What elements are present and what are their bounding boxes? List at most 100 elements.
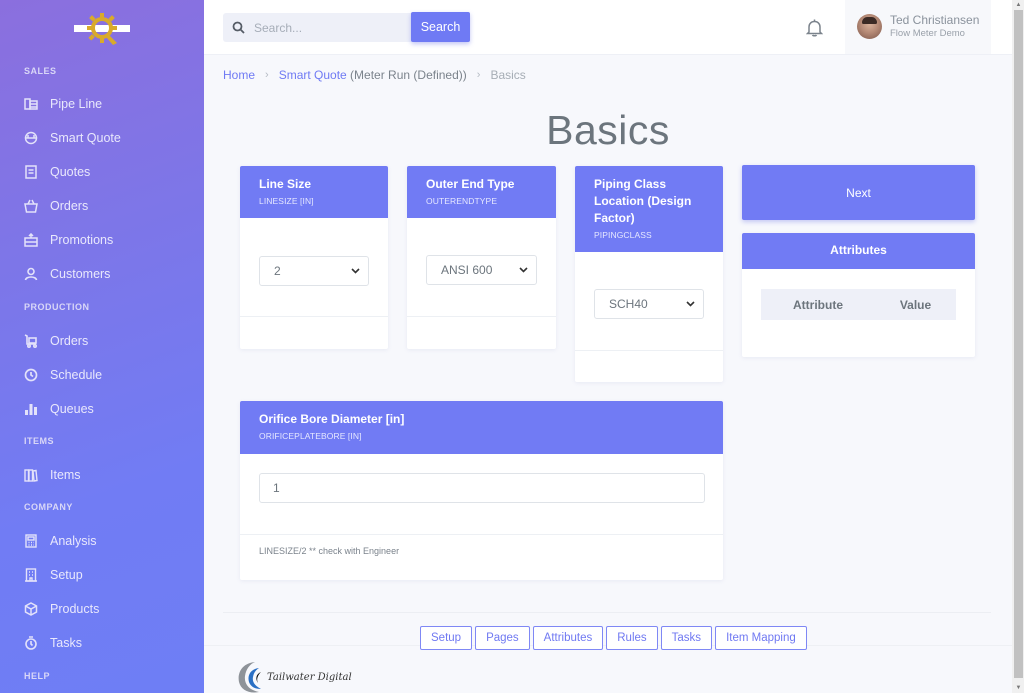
sidebar-item-tasks[interactable]: Tasks (24, 632, 194, 654)
building-icon (24, 568, 38, 582)
breadcrumb-context: (Meter Run (Defined)) (346, 68, 467, 82)
outer-end-type-select[interactable]: ANSI 600 (426, 255, 537, 285)
card-header: Line Size LINESIZE [IN] (240, 166, 388, 218)
pipeline-icon (24, 97, 38, 111)
sidebar-item-products[interactable]: Products (24, 598, 194, 620)
brand-logo: Tailwater Digital (237, 660, 352, 693)
setup-button[interactable]: Setup (420, 626, 473, 650)
chevron-down-icon (686, 301, 695, 307)
sidebar-item-quotes[interactable]: Quotes (24, 161, 194, 183)
card-header: Orifice Bore Diameter [in] ORIFICEPLATEB… (240, 401, 723, 454)
sidebar-item-schedule[interactable]: Schedule (24, 364, 194, 386)
section-label-sales: SALES (24, 66, 57, 76)
field-code: LINESIZE [IN] (259, 196, 314, 206)
brand-name: Tailwater Digital (267, 672, 352, 683)
line-size-select[interactable]: 2 (259, 256, 369, 286)
piping-class-card: Piping Class Location (Design Factor) PI… (575, 166, 723, 382)
breadcrumb-current: Basics (490, 68, 526, 82)
wave-logo-icon (238, 662, 261, 693)
footer-nav: Setup Pages Attributes Rules Tasks Item … (420, 626, 807, 650)
card-header: Outer End Type OUTERENDTYPE (407, 166, 556, 218)
section-label-help: HELP (24, 671, 51, 681)
breadcrumb-smart-quote[interactable]: Smart Quote (279, 68, 347, 82)
card-divider (407, 316, 556, 317)
column-header-attribute: Attribute (793, 297, 843, 312)
field-code: ORIFICEPLATEBORE [IN] (259, 431, 362, 441)
notification-bell-icon[interactable] (805, 19, 824, 42)
page-scrollbar[interactable]: ▲ ▼ (1012, 0, 1024, 693)
scroll-up-arrow-icon[interactable]: ▲ (1014, 1, 1023, 9)
section-label-production: PRODUCTION (24, 302, 90, 312)
orifice-bore-card: Orifice Bore Diameter [in] ORIFICEPLATEB… (240, 401, 723, 580)
field-title: Line Size (259, 177, 312, 191)
chevron-down-icon (519, 267, 528, 273)
field-title: Piping Class Location (Design Factor) (594, 177, 692, 225)
next-button[interactable]: Next (742, 165, 975, 220)
sidebar-item-setup[interactable]: Setup (24, 564, 194, 586)
sidebar-item-label: Schedule (50, 368, 103, 382)
cube-icon (24, 602, 38, 616)
search-field[interactable] (223, 13, 412, 42)
section-label-company: COMPANY (24, 502, 73, 512)
sidebar-item-smart-quote[interactable]: Smart Quote (24, 127, 194, 149)
pages-button[interactable]: Pages (475, 626, 530, 650)
sidebar-item-label: Promotions (50, 233, 114, 247)
sidebar-item-label: Orders (50, 334, 89, 348)
sidebar-item-items[interactable]: Items (24, 464, 194, 486)
attributes-card: Attributes Attribute Value (742, 233, 975, 357)
orifice-bore-input[interactable] (259, 473, 705, 503)
avatar (857, 14, 882, 39)
attributes-button[interactable]: Attributes (532, 626, 604, 650)
section-label-items: ITEMS (24, 436, 55, 446)
user-icon (24, 267, 38, 281)
sidebar-item-label: Orders (50, 199, 89, 213)
tasks-button[interactable]: Tasks (660, 626, 713, 650)
sidebar-item-queues[interactable]: Queues (24, 398, 194, 420)
selected-value: ANSI 600 (441, 263, 493, 277)
search-icon (232, 21, 245, 34)
piping-class-select[interactable]: SCH40 (594, 289, 704, 319)
breadcrumb-home[interactable]: Home (223, 68, 255, 82)
field-note: LINESIZE/2 ** check with Engineer (259, 546, 400, 556)
sidebar-item-analysis[interactable]: Analysis (24, 530, 194, 552)
sidebar-item-pipe-line[interactable]: Pipe Line (24, 93, 194, 115)
scroll-down-arrow-icon[interactable]: ▼ (1014, 684, 1023, 692)
attributes-table-header: Attribute Value (761, 289, 956, 320)
sidebar-item-label: Tasks (50, 636, 82, 650)
search-button[interactable]: Search (411, 12, 470, 42)
sidebar-item-promotions[interactable]: Promotions (24, 229, 194, 251)
sidebar-item-production-orders[interactable]: Orders (24, 330, 194, 352)
stopwatch-icon (24, 636, 38, 650)
user-name: Ted Christiansen (890, 13, 980, 27)
breadcrumb: Home › Smart Quote (Meter Run (Defined))… (223, 68, 526, 82)
line-size-card: Line Size LINESIZE [IN] 2 (240, 166, 388, 349)
search-input[interactable] (254, 20, 394, 35)
card-divider (575, 350, 723, 351)
field-title: Orifice Bore Diameter [in] (259, 412, 405, 426)
page-title: Basics (546, 107, 670, 153)
sidebar-item-customers[interactable]: Customers (24, 263, 194, 285)
sidebar: SALES Pipe Line Smart Quote Quotes Order… (0, 0, 204, 693)
sidebar-item-label: Smart Quote (50, 131, 121, 145)
card-divider (240, 534, 723, 535)
item-mapping-button[interactable]: Item Mapping (715, 626, 807, 650)
cart-icon (24, 334, 38, 348)
clock-icon (24, 368, 38, 382)
user-menu[interactable]: Ted Christiansen Flow Meter Demo (845, 0, 991, 54)
chevron-right-icon: › (476, 69, 481, 81)
card-header: Piping Class Location (Design Factor) PI… (575, 166, 723, 252)
field-code: PIPINGCLASS (594, 230, 652, 240)
card-divider (240, 316, 388, 317)
sidebar-item-label: Pipe Line (50, 97, 103, 111)
chevron-down-icon (351, 268, 360, 274)
gear-logo-icon (87, 13, 117, 45)
scrollbar-thumb[interactable] (1014, 10, 1023, 678)
footer-divider (223, 612, 991, 613)
sidebar-item-label: Customers (50, 267, 111, 281)
app-logo[interactable] (74, 12, 132, 46)
rules-button[interactable]: Rules (606, 626, 658, 650)
bar-chart-icon (24, 402, 38, 416)
receipt-icon (24, 165, 38, 179)
sidebar-item-orders[interactable]: Orders (24, 195, 194, 217)
sidebar-item-label: Products (50, 602, 100, 616)
